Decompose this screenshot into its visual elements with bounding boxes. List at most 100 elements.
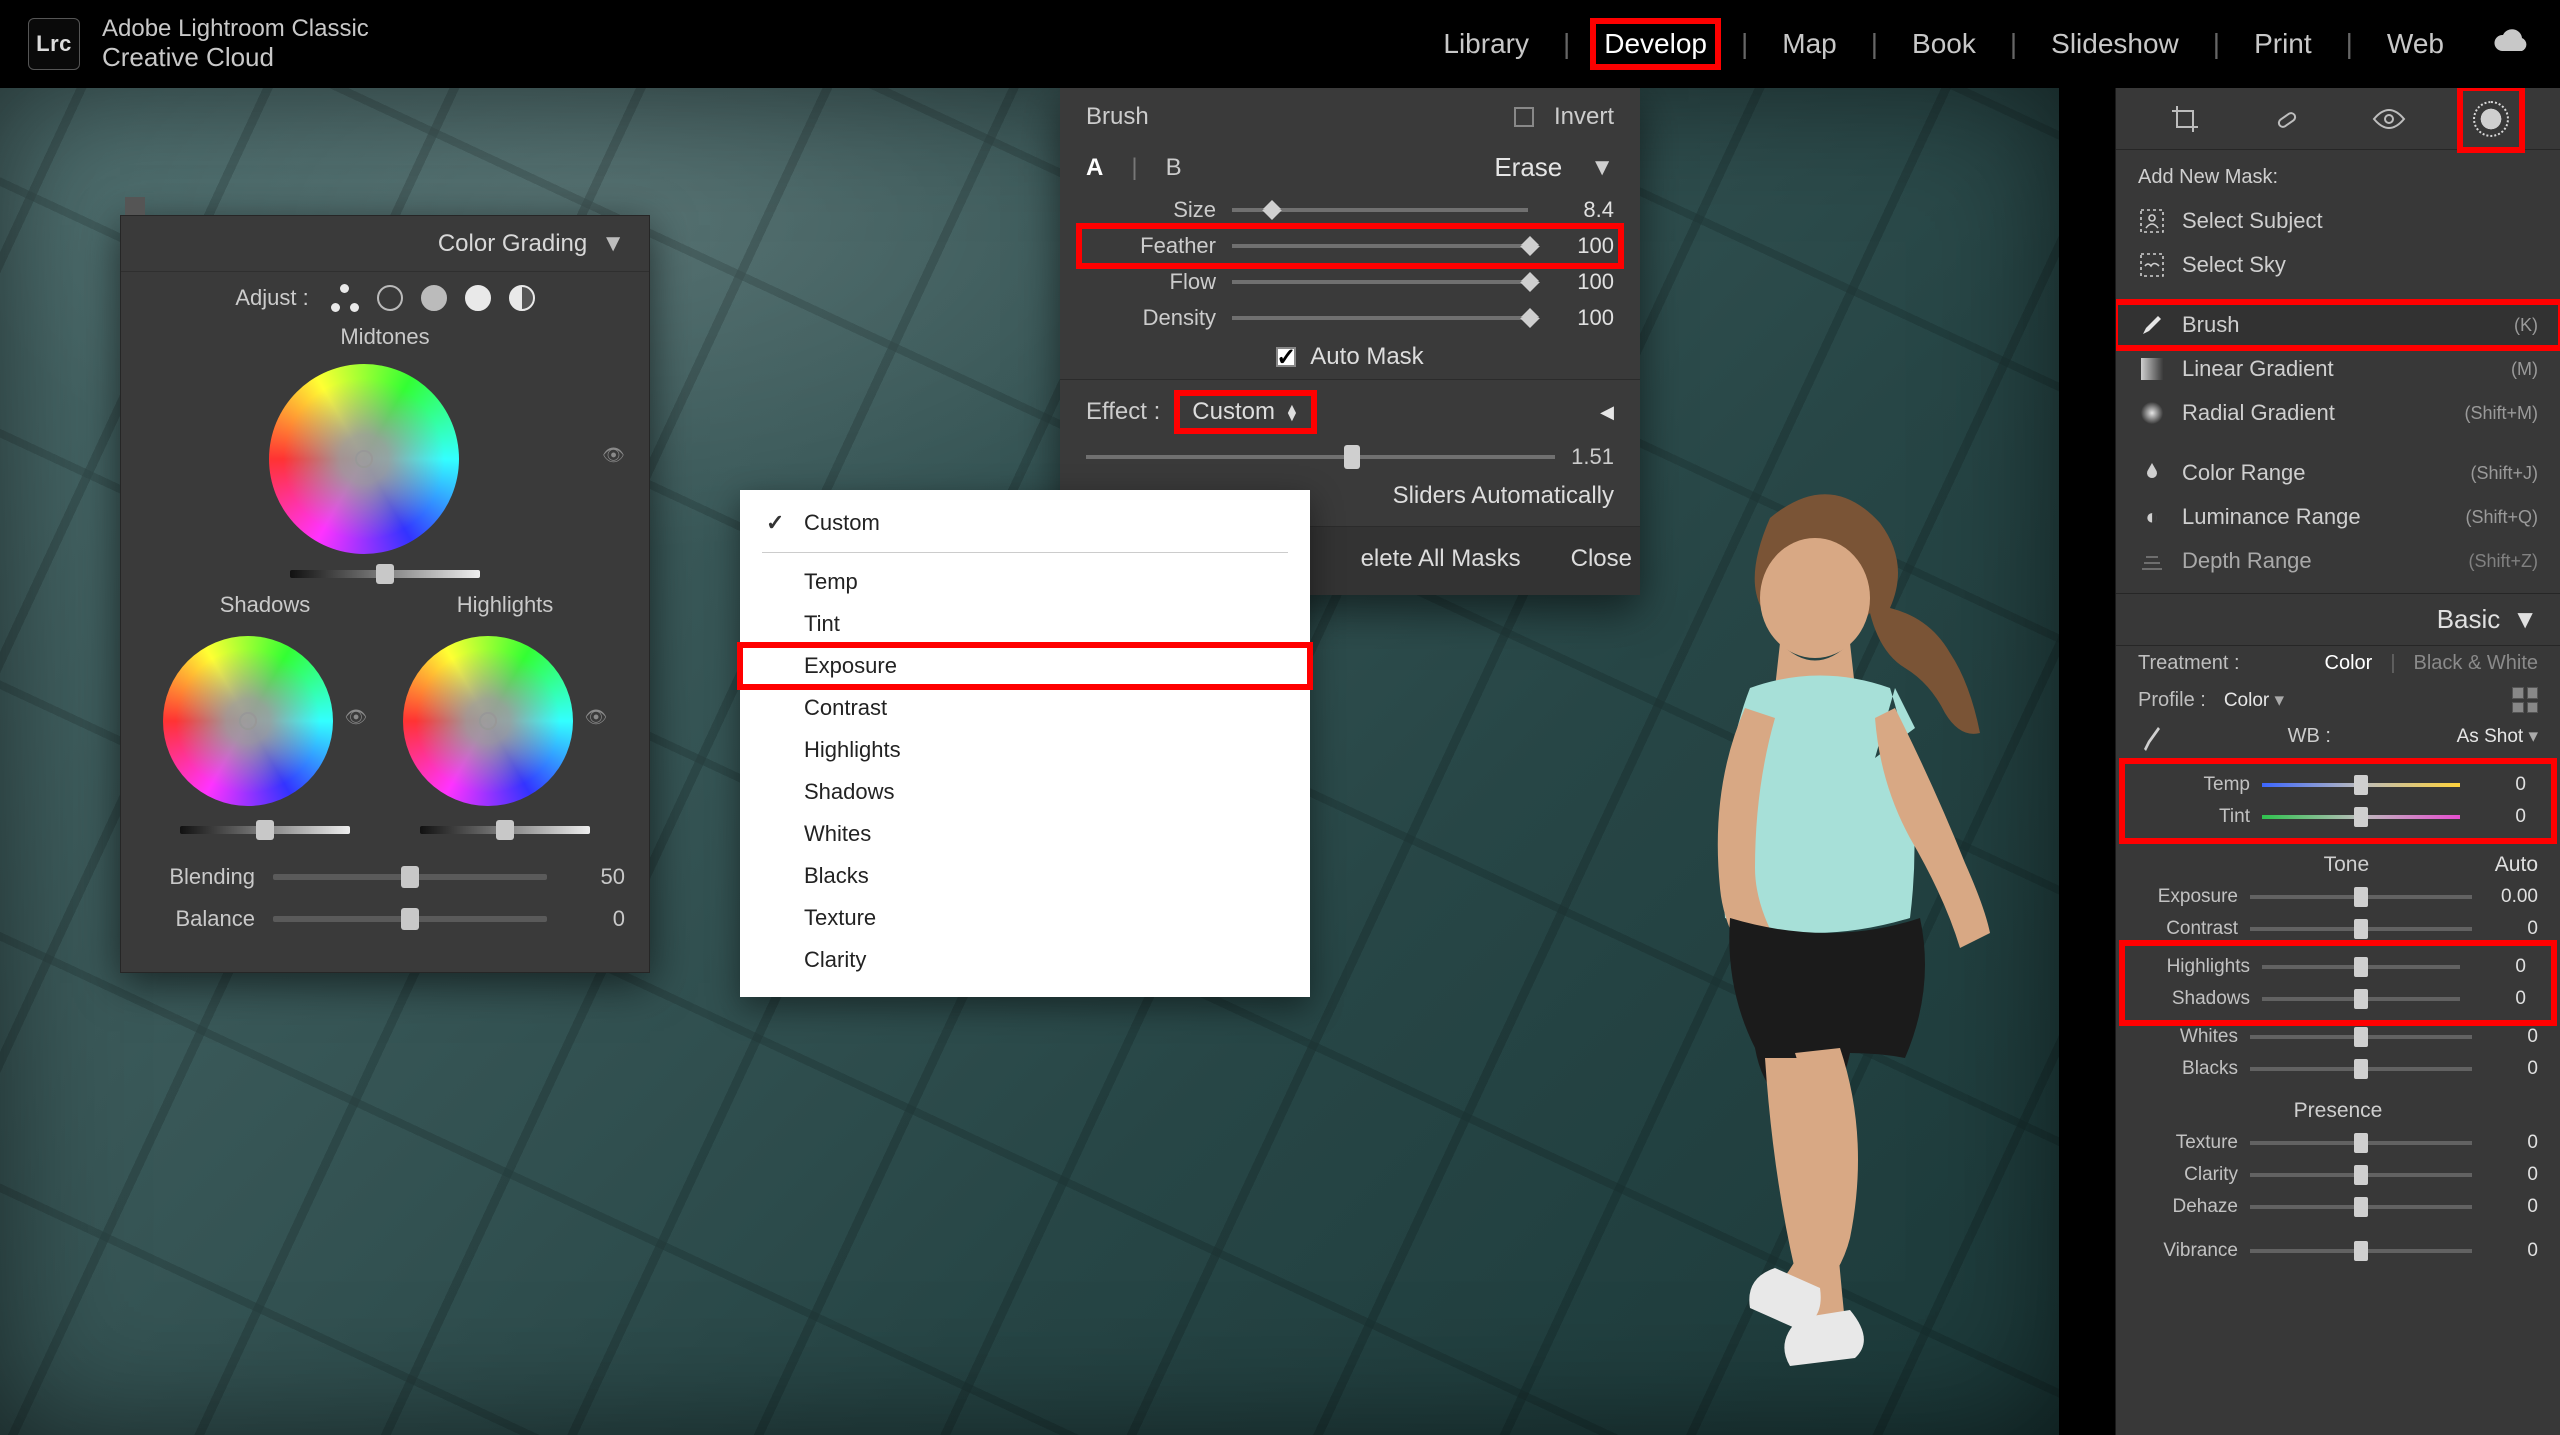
brush-b[interactable]: B [1166, 154, 1182, 182]
size-label: Size [1086, 197, 1216, 223]
effect-menu: ✓Custom Temp Tint Exposure Contrast High… [740, 490, 1310, 997]
density-label: Density [1086, 305, 1216, 331]
treatment-color[interactable]: Color [2325, 652, 2373, 675]
amount-row[interactable]: 1.51 [1086, 444, 1614, 470]
mask-radial[interactable]: Radial Gradient (Shift+M) [2116, 391, 2560, 435]
app-title: Adobe Lightroom Classic Creative Cloud [102, 15, 369, 72]
top-bar: Lrc Adobe Lightroom Classic Creative Clo… [0, 0, 2560, 88]
module-library[interactable]: Library [1433, 22, 1539, 66]
mask-luminance-range[interactable]: ◐ Luminance Range (Shift+Q) [2116, 495, 2560, 539]
auto-tone[interactable]: Auto [2495, 853, 2538, 877]
wb-select[interactable]: As Shot [2457, 725, 2538, 748]
midtones-visibility-icon[interactable]: 👁 [602, 445, 625, 466]
module-picker: Library| Develop| Map| Book| Slideshow| … [1433, 22, 2454, 66]
mask-depth-range[interactable]: Depth Range (Shift+Z) [2116, 539, 2560, 583]
density-row[interactable]: Density 100 [1086, 305, 1614, 331]
menu-item-contrast[interactable]: Contrast [740, 687, 1310, 729]
whites-row[interactable]: Whites0 [2116, 1021, 2560, 1053]
menu-item-temp[interactable]: Temp [740, 561, 1310, 603]
module-print[interactable]: Print [2244, 22, 2322, 66]
midtones-luminance-slider[interactable] [290, 570, 480, 578]
profile-select[interactable]: Color [2224, 689, 2284, 712]
menu-item-exposure[interactable]: Exposure [740, 645, 1310, 687]
automask-checkbox[interactable]: ✓ [1276, 347, 1296, 367]
flow-row[interactable]: Flow 100 [1086, 269, 1614, 295]
temp-value: 0 [2472, 774, 2526, 796]
brush-a[interactable]: A [1086, 154, 1103, 182]
menu-item-shadows[interactable]: Shadows [740, 771, 1310, 813]
adjust-highlights-icon[interactable] [465, 285, 491, 311]
color-grading-panel: Color Grading ▼ Adjust : Midtones 👁 Shad… [120, 215, 650, 973]
app-logo: Lrc [28, 18, 80, 70]
linear-gradient-icon [2138, 355, 2166, 383]
temp-row[interactable]: Temp 0 [2128, 769, 2548, 801]
menu-item-whites[interactable]: Whites [740, 813, 1310, 855]
crop-tool-icon[interactable] [2163, 97, 2207, 141]
tint-row[interactable]: Tint 0 [2128, 801, 2548, 833]
basic-collapse-icon[interactable]: ▼ [2512, 604, 2538, 635]
mask-color-range[interactable]: Color Range (Shift+J) [2116, 451, 2560, 495]
menu-item-custom[interactable]: ✓Custom [740, 502, 1310, 544]
brush-options-caret-icon[interactable]: ▼ [1590, 154, 1614, 182]
module-web[interactable]: Web [2377, 22, 2454, 66]
highlights-row[interactable]: Highlights0 [2128, 951, 2548, 983]
balance-value: 0 [565, 906, 625, 932]
texture-row[interactable]: Texture0 [2116, 1127, 2560, 1159]
shadows-visibility-icon[interactable]: 👁 [345, 707, 368, 728]
adjust-mode-row: Adjust : [145, 284, 625, 312]
cloud-sync-icon[interactable] [2488, 27, 2532, 62]
feather-row[interactable]: Feather 100 [1086, 233, 1614, 259]
module-develop[interactable]: Develop [1594, 22, 1717, 66]
close-button[interactable]: Close [1571, 545, 1632, 573]
midtones-wheel[interactable] [269, 364, 459, 554]
profile-browser-icon[interactable] [2512, 687, 2538, 713]
highlights-visibility-icon[interactable]: 👁 [585, 707, 608, 728]
effect-dropdown[interactable]: Custom ▲▼ [1178, 394, 1313, 430]
adjust-three-way-icon[interactable] [331, 284, 359, 312]
module-book[interactable]: Book [1902, 22, 1986, 66]
shadows-wheel[interactable] [163, 636, 333, 806]
panel-dock-tab[interactable] [125, 197, 145, 215]
adjust-shadows-icon[interactable] [377, 285, 403, 311]
menu-item-blacks[interactable]: Blacks [740, 855, 1310, 897]
menu-item-texture[interactable]: Texture [740, 897, 1310, 939]
highlights-luminance-slider[interactable] [420, 826, 590, 834]
add-new-mask-label: Add New Mask: [2116, 150, 2560, 199]
presence-title: Presence [2138, 1099, 2538, 1123]
shadows-luminance-slider[interactable] [180, 826, 350, 834]
panel-collapse-icon[interactable]: ▼ [601, 230, 625, 258]
balance-row[interactable]: Balance 0 [145, 906, 625, 932]
redeye-tool-icon[interactable] [2367, 97, 2411, 141]
effect-collapse-icon[interactable]: ◀ [1600, 402, 1614, 423]
shadows-row[interactable]: Shadows0 [2128, 983, 2548, 1015]
dehaze-row[interactable]: Dehaze0 [2116, 1191, 2560, 1223]
menu-item-highlights[interactable]: Highlights [740, 729, 1310, 771]
module-map[interactable]: Map [1772, 22, 1846, 66]
delete-all-masks[interactable]: elete All Masks [1361, 545, 1521, 573]
blending-row[interactable]: Blending 50 [145, 864, 625, 890]
heal-tool-icon[interactable] [2265, 97, 2309, 141]
feather-label: Feather [1086, 233, 1216, 259]
adjust-global-icon[interactable] [509, 285, 535, 311]
adjust-midtones-icon[interactable] [421, 285, 447, 311]
density-value: 100 [1544, 305, 1614, 331]
masking-tool-icon[interactable] [2469, 97, 2513, 141]
exposure-row[interactable]: Exposure0.00 [2116, 881, 2560, 913]
wb-dropper-icon[interactable] [2138, 725, 2162, 757]
invert-checkbox[interactable] [1514, 107, 1534, 127]
vibrance-row[interactable]: Vibrance0 [2116, 1235, 2560, 1267]
highlights-wheel[interactable] [403, 636, 573, 806]
brush-erase[interactable]: Erase [1494, 152, 1562, 183]
mask-brush[interactable]: Brush (K) [2116, 303, 2560, 347]
menu-item-clarity[interactable]: Clarity [740, 939, 1310, 981]
menu-item-tint[interactable]: Tint [740, 603, 1310, 645]
clarity-row[interactable]: Clarity0 [2116, 1159, 2560, 1191]
select-subject[interactable]: Select Subject [2116, 199, 2560, 243]
treatment-bw[interactable]: Black & White [2414, 652, 2538, 675]
contrast-row[interactable]: Contrast0 [2116, 913, 2560, 945]
module-slideshow[interactable]: Slideshow [2041, 22, 2189, 66]
select-sky[interactable]: Select Sky [2116, 243, 2560, 287]
size-row[interactable]: Size 8.4 [1086, 197, 1614, 223]
blacks-row[interactable]: Blacks0 [2116, 1053, 2560, 1085]
mask-linear[interactable]: Linear Gradient (M) [2116, 347, 2560, 391]
